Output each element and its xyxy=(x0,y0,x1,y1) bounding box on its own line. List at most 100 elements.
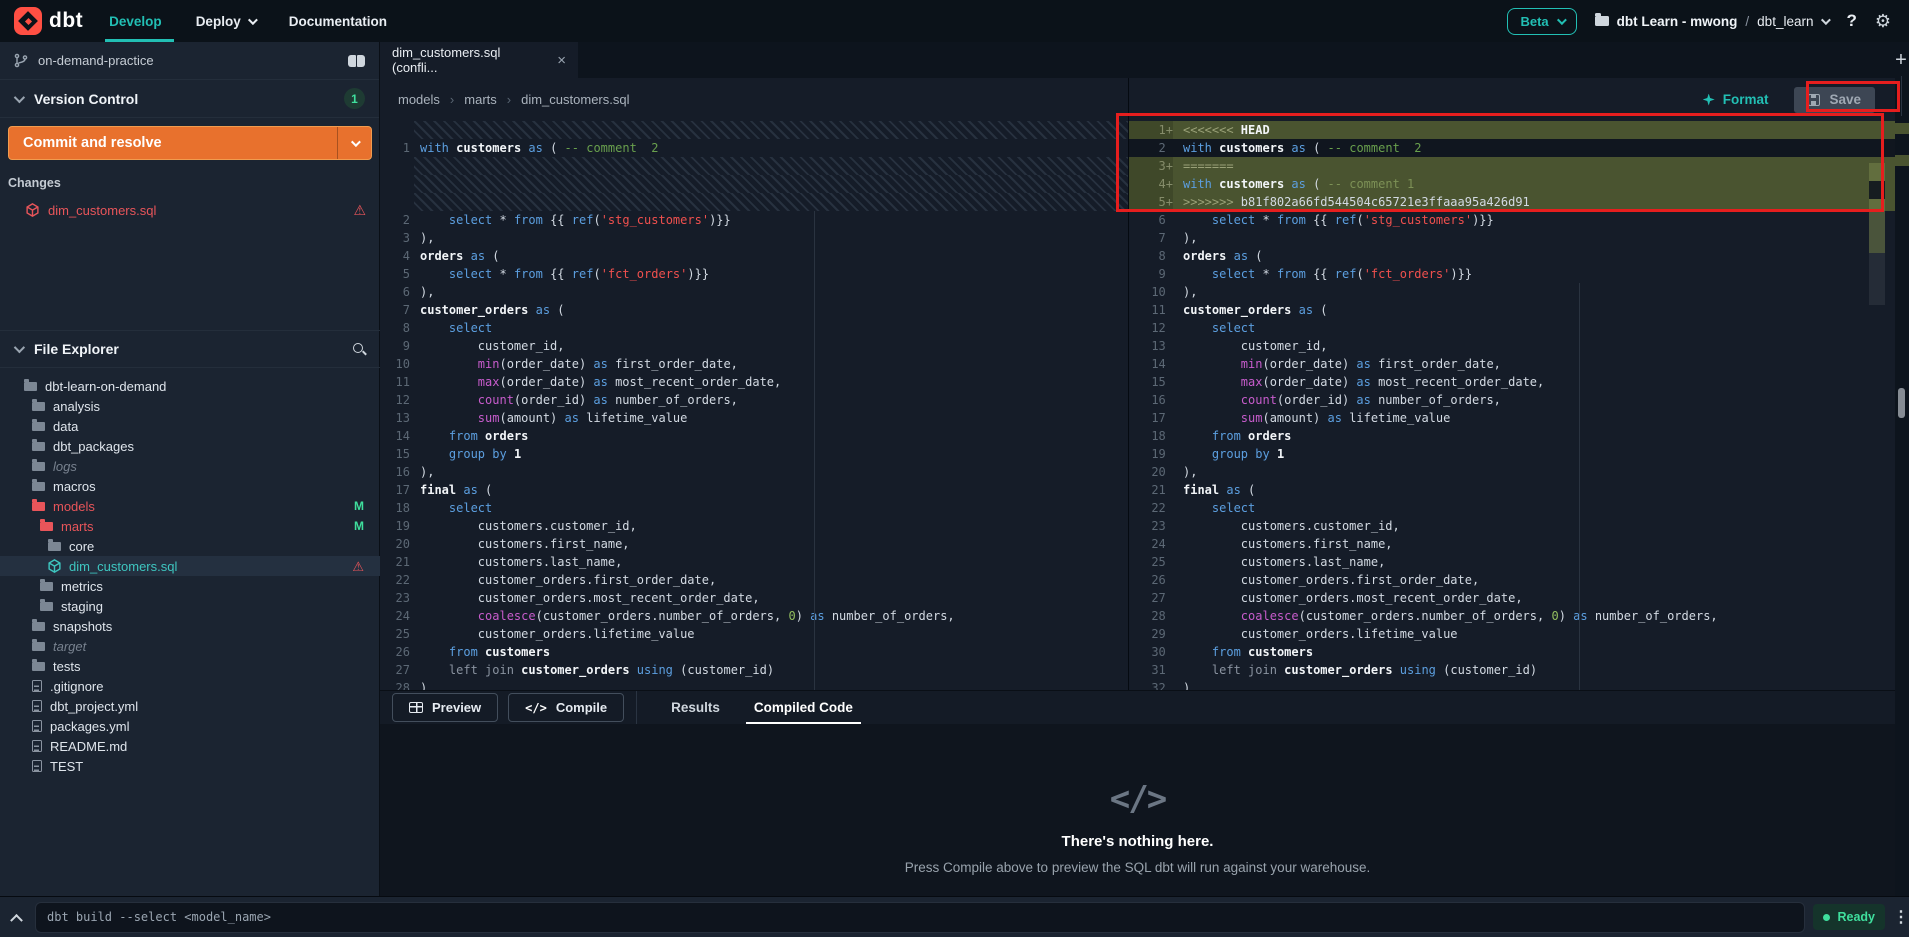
results-panel: </> There's nothing here. Press Compile … xyxy=(380,724,1895,896)
bottom-toolbar: Preview </> Compile Results Compiled Cod… xyxy=(380,690,1895,724)
nav-item-documentation[interactable]: Documentation xyxy=(289,0,387,42)
overview-ruler-context xyxy=(1869,181,1885,199)
close-icon[interactable]: × xyxy=(557,52,566,69)
folder-icon xyxy=(32,642,45,651)
account-project-selector[interactable]: dbt Learn - mwong / dbt_learn xyxy=(1595,14,1829,29)
dbt-wordmark: dbt xyxy=(49,9,83,33)
tab-compiled-code[interactable]: Compiled Code xyxy=(754,691,853,725)
tree-item-data[interactable]: data xyxy=(0,416,380,436)
nav-item-develop[interactable]: Develop xyxy=(109,0,162,42)
code-line: 27 customer_orders.most_recent_order_dat… xyxy=(1129,589,1895,607)
folder-icon xyxy=(32,442,45,451)
tree-item-label: analysis xyxy=(53,399,100,414)
git-branch-icon xyxy=(14,53,28,68)
tree-item-label: core xyxy=(69,539,94,554)
tree-item--gitignore[interactable]: .gitignore xyxy=(0,676,380,696)
tree-item-snapshots[interactable]: snapshots xyxy=(0,616,380,636)
save-button[interactable]: Save xyxy=(1794,87,1875,113)
account-name: dbt Learn - mwong xyxy=(1617,14,1738,29)
code-line: 5 select * from {{ ref('fct_orders')}} xyxy=(380,265,1128,283)
tree-item-dbt-packages[interactable]: dbt_packages xyxy=(0,436,380,456)
indent-guide xyxy=(814,211,815,690)
code-line: 30 from customers xyxy=(1129,643,1895,661)
file-tree[interactable]: dbt-learn-on-demand analysis datadbt_packa… xyxy=(0,376,380,776)
folder-icon xyxy=(40,522,53,531)
search-icon[interactable] xyxy=(352,342,366,356)
commit-options-chevron[interactable] xyxy=(337,127,371,159)
tree-item-label: tests xyxy=(53,659,80,674)
tab-results[interactable]: Results xyxy=(671,691,720,725)
tree-item-label: logs xyxy=(53,459,77,474)
format-button[interactable]: Format xyxy=(1703,92,1769,107)
code-line: 20 customers.first_name, xyxy=(380,535,1128,553)
save-floppy-icon xyxy=(1808,94,1820,106)
changed-file-row[interactable]: dim_customers.sql ⚠ xyxy=(0,198,380,222)
dbt-logo-icon[interactable] xyxy=(14,7,42,35)
code-line: 16), xyxy=(380,463,1128,481)
table-icon xyxy=(409,702,423,713)
gear-icon[interactable]: ⚙ xyxy=(1875,11,1891,32)
code-line: 14 from orders xyxy=(380,427,1128,445)
code-line: 10 ), xyxy=(1129,283,1895,301)
tree-item-tests[interactable]: tests xyxy=(0,656,380,676)
tree-item-core[interactable]: core xyxy=(0,536,380,556)
breadcrumb: models› marts› dim_customers.sql xyxy=(380,78,1128,121)
tree-item-dbt-project-yml[interactable]: dbt_project.yml xyxy=(0,696,380,716)
code-line: 1+<<<<<<< HEAD xyxy=(1129,121,1895,139)
compile-button[interactable]: </> Compile xyxy=(508,693,624,722)
tree-item-logs[interactable]: logs xyxy=(0,456,380,476)
tree-item-metrics[interactable]: metrics xyxy=(0,576,380,596)
scrollbar-thumb[interactable] xyxy=(1898,388,1905,418)
diff-editor-right[interactable]: Format Save 1+<<<<<<< HEAD 2 with custom… xyxy=(1128,78,1895,690)
code-line: 20 ), xyxy=(1129,463,1895,481)
diff-editor-left[interactable]: models› marts› dim_customers.sql 1with c… xyxy=(380,78,1128,690)
tree-item-label: dbt-learn-on-demand xyxy=(45,379,166,394)
code-line: 17final as ( xyxy=(380,481,1128,499)
scrollbar-diff-mark xyxy=(1895,123,1909,134)
version-control-header[interactable]: Version Control 1 xyxy=(0,80,379,118)
folder-icon xyxy=(32,502,45,511)
code-line: 24 customers.first_name, xyxy=(1129,535,1895,553)
tab-dim-customers[interactable]: dim_customers.sql (confli... × xyxy=(380,42,578,78)
code-line: 17 sum(amount) as lifetime_value xyxy=(1129,409,1895,427)
tree-item-marts[interactable]: martsM xyxy=(0,516,380,536)
code-line: 14 min(order_date) as first_order_date, xyxy=(1129,355,1895,373)
tree-item-packages-yml[interactable]: packages.yml xyxy=(0,716,380,736)
new-tab-icon[interactable]: + xyxy=(1889,48,1909,72)
code-line: 4+with customers as ( -- comment 1 xyxy=(1129,175,1895,193)
tree-item-macros[interactable]: macros xyxy=(0,476,380,496)
code-line: 11 customer_orders as ( xyxy=(1129,301,1895,319)
code-line: 26 customer_orders.first_order_date, xyxy=(1129,571,1895,589)
tree-item-readme-md[interactable]: README.md xyxy=(0,736,380,756)
nav-item-deploy[interactable]: Deploy xyxy=(196,0,255,42)
kebab-menu-icon[interactable]: ⋮ xyxy=(1893,907,1909,927)
code-line: 19 customers.customer_id, xyxy=(380,517,1128,535)
docs-book-icon[interactable] xyxy=(348,55,365,67)
command-input[interactable]: dbt build --select <model_name> xyxy=(35,902,1805,933)
tree-item-dim-customers-sql[interactable]: dim_customers.sql⚠ xyxy=(0,556,380,576)
tree-item-analysis[interactable]: analysis xyxy=(0,396,380,416)
code-line: 2 with customers as ( -- comment 2 xyxy=(1129,139,1895,157)
chevron-up-icon[interactable] xyxy=(10,913,23,926)
tree-item-dbt-learn-on-demand[interactable]: dbt-learn-on-demand xyxy=(0,376,380,396)
command-bar: dbt build --select <model_name> Ready ⋮ xyxy=(0,896,1909,937)
tree-item-label: snapshots xyxy=(53,619,112,634)
code-line: 4orders as ( xyxy=(380,247,1128,265)
tree-item-test[interactable]: TEST xyxy=(0,756,380,776)
dbt-cloud-ide: dbt Develop Deploy Documentation Beta db… xyxy=(0,0,1909,937)
code-line: 15 group by 1 xyxy=(380,445,1128,463)
help-icon[interactable]: ? xyxy=(1846,11,1856,31)
beta-dropdown[interactable]: Beta xyxy=(1507,8,1576,35)
code-line: 18 from orders xyxy=(1129,427,1895,445)
preview-button[interactable]: Preview xyxy=(392,693,498,722)
file-explorer-header[interactable]: File Explorer xyxy=(0,330,380,368)
tree-item-staging[interactable]: staging xyxy=(0,596,380,616)
tree-item-target[interactable]: target xyxy=(0,636,380,656)
folder-icon xyxy=(1595,16,1609,26)
code-line: 24 coalesce(customer_orders.number_of_or… xyxy=(380,607,1128,625)
branch-row[interactable]: on-demand-practice xyxy=(0,42,379,80)
commit-and-resolve-button[interactable]: Commit and resolve xyxy=(8,126,372,160)
empty-state-title: There's nothing here. xyxy=(380,833,1895,850)
tree-item-models[interactable]: modelsM xyxy=(0,496,380,516)
divider xyxy=(1901,76,1902,116)
